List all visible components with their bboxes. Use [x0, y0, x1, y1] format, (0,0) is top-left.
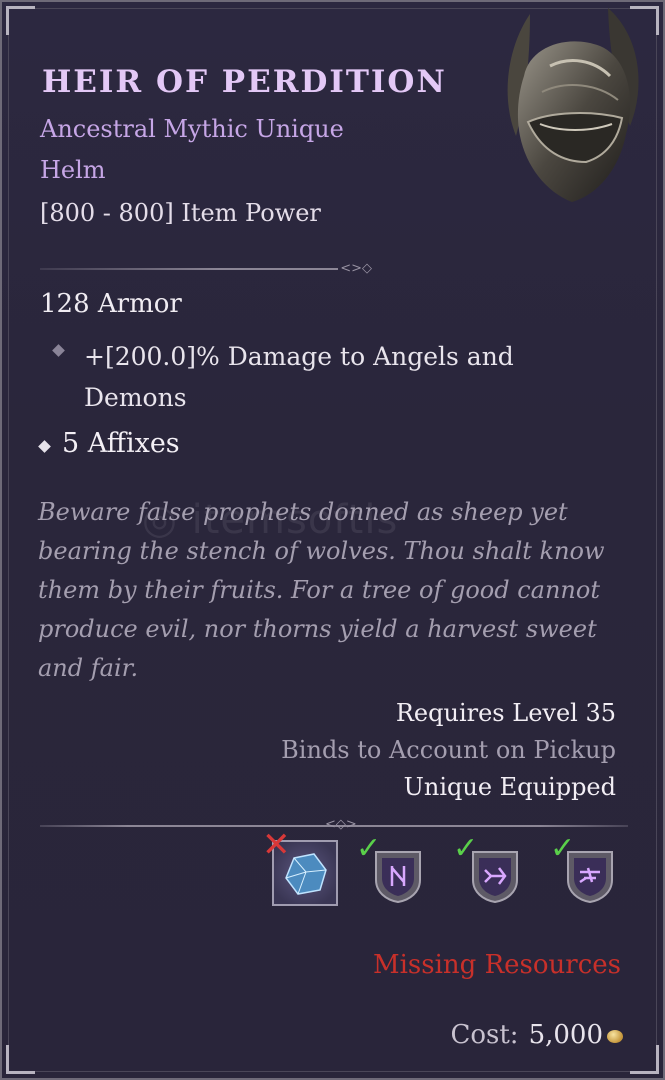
item-power: [800 - 800] Item Power [40, 199, 321, 227]
item-type: Helm [40, 156, 106, 184]
frame-corner-ornament [6, 1045, 35, 1074]
divider-ornament-icon: <◇> [325, 817, 357, 832]
item-name: Heir of Perdition [42, 64, 447, 100]
divider-ornament-icon: <>◇ [340, 261, 372, 276]
item-rarity: Ancestral Mythic Unique [40, 115, 344, 143]
cost-row: Cost: 5,000 [450, 1020, 623, 1050]
missing-resources-label: Missing Resources [372, 950, 621, 980]
cost-label: Cost: [450, 1020, 519, 1050]
flavor-text: Beware false prophets donned as sheep ye… [38, 498, 605, 682]
armor-value: 128 Armor [40, 289, 182, 319]
rune-icon[interactable] [562, 846, 618, 904]
rune-icon[interactable] [370, 846, 426, 904]
helm-item-icon [507, 8, 639, 203]
gold-coin-icon [607, 1029, 623, 1043]
frame-corner-ornament [6, 6, 35, 35]
section-divider: <>◇ [40, 261, 372, 276]
affix-count: 5 Affixes [62, 428, 180, 459]
item-tooltip: Heir of Perdition Ancestral Mythic Uniqu… [0, 0, 665, 1080]
affix-damage-to-angels-demons: +[200.0]% Damage to Angels and Demons [84, 342, 514, 412]
binds-to-account: Binds to Account on Pickup [281, 736, 616, 764]
section-divider: <◇> [40, 817, 628, 832]
rune-icon[interactable] [467, 846, 523, 904]
frame-corner-ornament [630, 1045, 659, 1074]
unique-equipped: Unique Equipped [403, 773, 616, 801]
requires-level: Requires Level 35 [395, 699, 616, 727]
missing-x-icon: ✕ [262, 825, 291, 865]
cost-value: 5,000 [528, 1020, 603, 1050]
